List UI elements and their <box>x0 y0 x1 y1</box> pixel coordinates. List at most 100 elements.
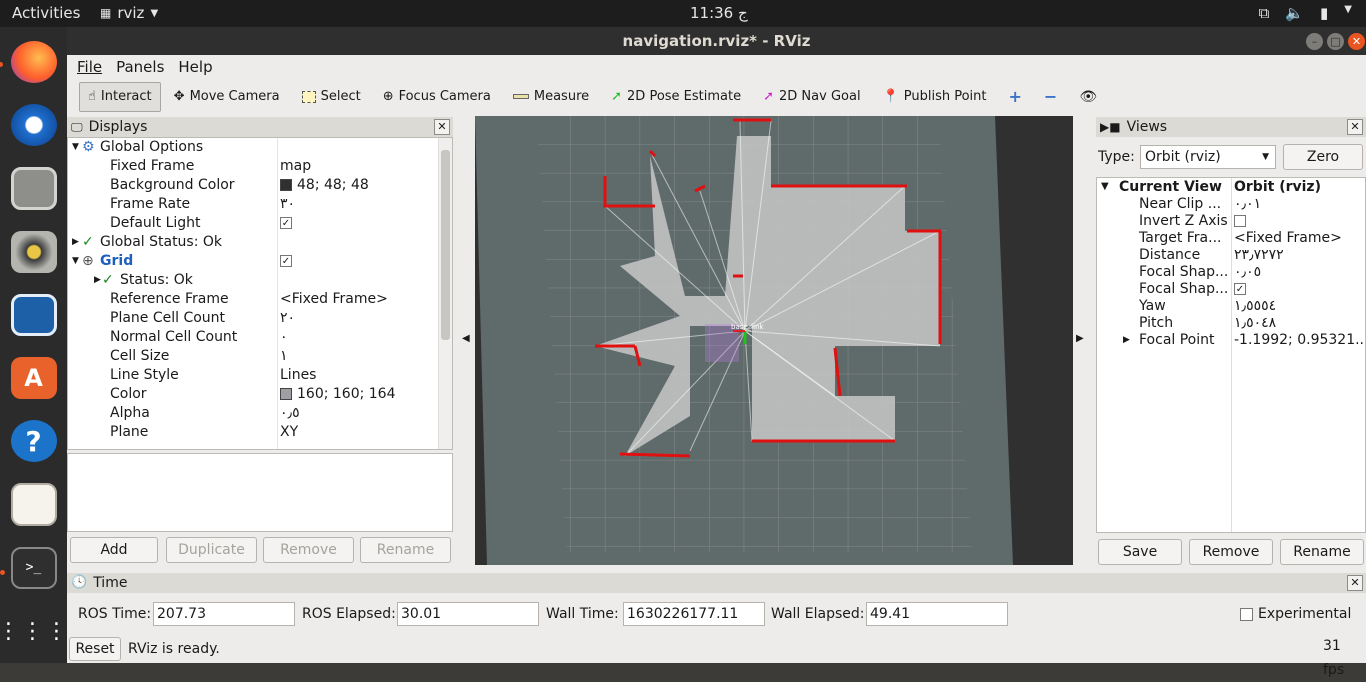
color-row[interactable]: Color 160; 160; 164 <box>68 385 452 404</box>
experimental-checkbox[interactable] <box>1240 608 1253 621</box>
add-button[interactable]: Add <box>70 537 158 563</box>
normal-cell-count-row[interactable]: Normal Cell Count ٠ <box>68 328 452 347</box>
plane-cell-count-row[interactable]: Plane Cell Count ٢٠ <box>68 309 452 328</box>
reference-frame-row[interactable]: Reference Frame <Fixed Frame> <box>68 290 452 309</box>
ros-elapsed-field[interactable]: 30.01 <box>397 602 539 626</box>
remove-tool-button[interactable]: − <box>1035 82 1066 112</box>
collapse-left-handle[interactable]: ◀ <box>462 333 470 344</box>
property-value[interactable]: map <box>280 157 311 176</box>
expand-arrow-icon[interactable]: ▶ <box>94 271 101 290</box>
nav-goal-tool[interactable]: ➚ 2D Nav Goal <box>754 82 869 112</box>
help-icon[interactable]: ? <box>10 420 57 463</box>
view-property-value[interactable]: ١٫٥٠٤٨ <box>1234 315 1276 332</box>
fixed-frame-row[interactable]: Fixed Frame map <box>68 157 452 176</box>
expand-arrow-icon[interactable]: ▶ <box>72 233 79 252</box>
close-displays-button[interactable]: ✕ <box>434 119 450 135</box>
zero-button[interactable]: Zero <box>1283 144 1363 170</box>
expand-arrow-icon[interactable]: ▶ <box>1123 332 1130 349</box>
show-apps-icon[interactable]: ⋮⋮⋮ <box>0 610 68 652</box>
property-value[interactable]: Lines <box>280 366 316 385</box>
alpha-row[interactable]: Alpha ٠٫٥ <box>68 404 452 423</box>
close-time-button[interactable]: ✕ <box>1347 575 1363 591</box>
current-view-row[interactable]: ▼ Current View Orbit (rviz) <box>1097 178 1365 196</box>
rename-button[interactable]: Rename <box>360 537 451 563</box>
activities-button[interactable]: Activities <box>12 4 80 22</box>
view-property-row[interactable]: Distance ٢٣٫٧٢٧٢ <box>1097 247 1365 264</box>
grid-status-row[interactable]: ▶ ✓ Status: Ok <box>68 271 452 290</box>
remove-button[interactable]: Remove <box>263 537 354 563</box>
remove-view-button[interactable]: Remove <box>1189 539 1273 565</box>
view-property-row[interactable]: Yaw ١٫٥٥٥٤ <box>1097 298 1365 315</box>
view-property-value[interactable]: ✓ <box>1234 281 1246 298</box>
writer-icon[interactable] <box>10 293 57 337</box>
duplicate-button[interactable]: Duplicate <box>166 537 257 563</box>
maximize-button[interactable]: □ <box>1327 33 1344 50</box>
software-center-icon[interactable]: A <box>10 357 57 400</box>
property-value[interactable]: ٠ <box>280 328 288 347</box>
measure-tool[interactable]: Measure <box>504 82 598 112</box>
minimize-button[interactable]: – <box>1306 33 1323 50</box>
view-property-row[interactable]: Pitch ١٫٥٠٤٨ <box>1097 315 1365 332</box>
save-view-button[interactable]: Save <box>1098 539 1182 565</box>
view-property-row[interactable]: Target Fra... <Fixed Frame> <box>1097 230 1365 247</box>
move-camera-tool[interactable]: ✥ Move Camera <box>165 82 289 112</box>
view-property-row[interactable]: ▶ Focal Point -1.1992; 0.95321... <box>1097 332 1365 349</box>
menu-panels[interactable]: Panels <box>116 55 164 80</box>
3d-viewport[interactable]: base_link <box>475 116 1073 565</box>
scrollbar[interactable] <box>438 138 452 449</box>
global-status-row[interactable]: ▶ ✓ Global Status: Ok <box>68 233 452 252</box>
property-value[interactable]: ✓ <box>280 252 292 271</box>
rhythmbox-icon[interactable] <box>10 230 57 273</box>
thunderbird-icon[interactable] <box>10 104 57 147</box>
property-value[interactable]: ✓ <box>280 214 292 233</box>
property-value[interactable]: 48; 48; 48 <box>280 176 369 195</box>
property-value[interactable]: ٢٠ <box>280 309 295 328</box>
wall-time-field[interactable]: 1630226177.11 <box>623 602 765 626</box>
clock[interactable]: 11:36 ج <box>690 4 748 22</box>
text-editor-icon[interactable] <box>10 483 57 526</box>
wall-elapsed-field[interactable]: 49.41 <box>866 602 1008 626</box>
close-views-button[interactable]: ✕ <box>1347 119 1363 135</box>
view-property-row[interactable]: Focal Shap... ٠٫٠٥ <box>1097 264 1365 281</box>
global-options-row[interactable]: ▼ ⚙ Global Options <box>68 138 452 157</box>
plane-row[interactable]: Plane XY <box>68 423 452 442</box>
firefox-icon[interactable] <box>0 41 57 84</box>
menu-help[interactable]: Help <box>178 55 212 80</box>
menu-file[interactable]: File <box>77 55 102 80</box>
view-property-row[interactable]: Near Clip ... ٠٫٠١ <box>1097 196 1365 213</box>
property-value[interactable]: 160; 160; 164 <box>280 385 396 404</box>
view-type-select[interactable]: Orbit (rviz) ▼ <box>1140 145 1276 169</box>
line-style-row[interactable]: Line Style Lines <box>68 366 452 385</box>
default-light-row[interactable]: Default Light ✓ <box>68 214 452 233</box>
grid-row[interactable]: ▼ ⊕ Grid ✓ <box>68 252 452 271</box>
ros-time-field[interactable]: 207.73 <box>153 602 295 626</box>
reset-button[interactable]: Reset <box>69 637 121 661</box>
property-value[interactable]: <Fixed Frame> <box>280 290 388 309</box>
system-tray[interactable]: ⧉ 🔈 ▮ ▼ <box>1259 4 1352 22</box>
files-icon[interactable] <box>10 167 57 210</box>
expand-arrow-icon[interactable]: ▼ <box>72 252 79 271</box>
property-value[interactable]: ٣٠ <box>280 195 295 214</box>
property-value[interactable]: ٠٫٥ <box>280 404 300 423</box>
add-tool-button[interactable]: + <box>1000 82 1031 112</box>
expand-arrow-icon[interactable]: ▼ <box>72 138 79 157</box>
publish-point-tool[interactable]: 📍 Publish Point <box>874 82 996 112</box>
view-property-value[interactable] <box>1234 213 1246 230</box>
rename-view-button[interactable]: Rename <box>1280 539 1364 565</box>
view-property-value[interactable]: <Fixed Frame> <box>1234 230 1342 247</box>
select-tool[interactable]: Select <box>293 82 370 112</box>
close-button[interactable]: ✕ <box>1348 33 1365 50</box>
view-property-value[interactable]: -1.1992; 0.95321... <box>1234 332 1365 349</box>
property-value[interactable]: ١ <box>280 347 288 366</box>
eye-icon[interactable]: 👁 <box>1070 82 1106 112</box>
view-property-value[interactable]: ٢٣٫٧٢٧٢ <box>1234 247 1284 264</box>
frame-rate-row[interactable]: Frame Rate ٣٠ <box>68 195 452 214</box>
view-property-value[interactable]: ١٫٥٥٥٤ <box>1234 298 1276 315</box>
view-property-row[interactable]: Focal Shap... ✓ <box>1097 281 1365 298</box>
focus-camera-tool[interactable]: ⊕ Focus Camera <box>374 82 500 112</box>
pose-estimate-tool[interactable]: ➚ 2D Pose Estimate <box>602 82 750 112</box>
app-menu[interactable]: ▦ rviz ▼ <box>100 4 158 22</box>
collapse-right-handle[interactable]: ▶ <box>1076 333 1084 344</box>
view-property-row[interactable]: Invert Z Axis <box>1097 213 1365 230</box>
cell-size-row[interactable]: Cell Size ١ <box>68 347 452 366</box>
